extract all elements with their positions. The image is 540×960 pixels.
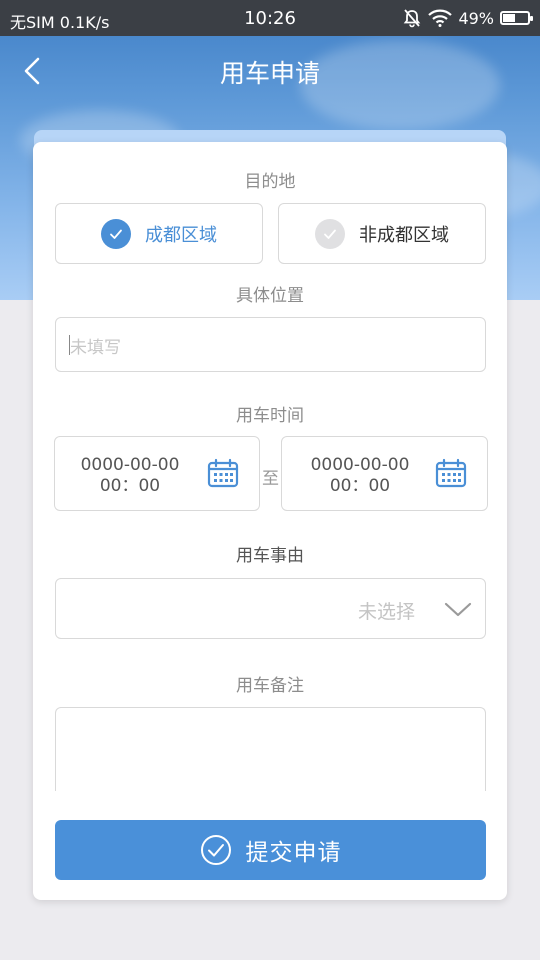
location-placeholder: 未填写: [70, 338, 121, 358]
battery-percent: 49%: [458, 8, 494, 28]
destination-option-non-chengdu[interactable]: 非成都区域: [278, 203, 486, 264]
location-label: 具体位置: [236, 286, 304, 306]
end-date: 0000-00-00: [310, 455, 410, 475]
reason-select[interactable]: 未选择: [55, 578, 486, 639]
destination-option-chengdu[interactable]: 成都区域: [55, 203, 263, 264]
page-title: 用车申请: [219, 59, 320, 88]
remarks-label: 用车备注: [236, 676, 304, 696]
remarks-textarea[interactable]: [55, 707, 486, 791]
destination-label: 目的地: [244, 172, 296, 192]
start-datetime: 0000-00-00 00：00: [65, 455, 195, 497]
calendar-icon[interactable]: [435, 457, 467, 489]
option-label: 非成都区域: [359, 224, 449, 246]
location-input[interactable]: 未填写: [55, 317, 486, 372]
end-datetime-picker[interactable]: 0000-00-00 00：00: [281, 436, 488, 511]
end-time: 00：00: [329, 476, 391, 496]
time-label: 用车时间: [236, 406, 304, 426]
battery-icon: [500, 11, 533, 25]
calendar-icon[interactable]: [207, 457, 239, 489]
option-label: 成都区域: [145, 224, 217, 246]
reason-label: 用车事由: [236, 546, 304, 566]
start-time: 00：00: [99, 476, 161, 496]
chevron-down-icon: [444, 602, 472, 617]
date-range-separator: 至: [262, 469, 279, 489]
submit-label: 提交申请: [245, 840, 342, 866]
status-bar: 无SIM 0.1K/s 10:26 49%: [0, 0, 540, 36]
submit-button[interactable]: 提交申请: [55, 820, 486, 880]
check-circle-icon: [200, 835, 231, 865]
reason-placeholder: 未选择: [357, 601, 415, 623]
start-datetime-picker[interactable]: 0000-00-00 00：00: [54, 436, 260, 511]
application-form-card: 目的地 成都区域 非成都区域 具体位置 未填写 用车时间 0000-00-00 …: [33, 142, 507, 900]
wifi-icon: [428, 9, 453, 27]
status-right: 49%: [402, 8, 533, 28]
check-icon: [101, 218, 131, 249]
app-header: 用车申请: [0, 36, 540, 106]
check-icon: [315, 218, 345, 249]
start-date: 0000-00-00: [80, 455, 180, 475]
mute-bell-icon: [404, 9, 421, 28]
end-datetime: 0000-00-00 00：00: [295, 455, 425, 497]
